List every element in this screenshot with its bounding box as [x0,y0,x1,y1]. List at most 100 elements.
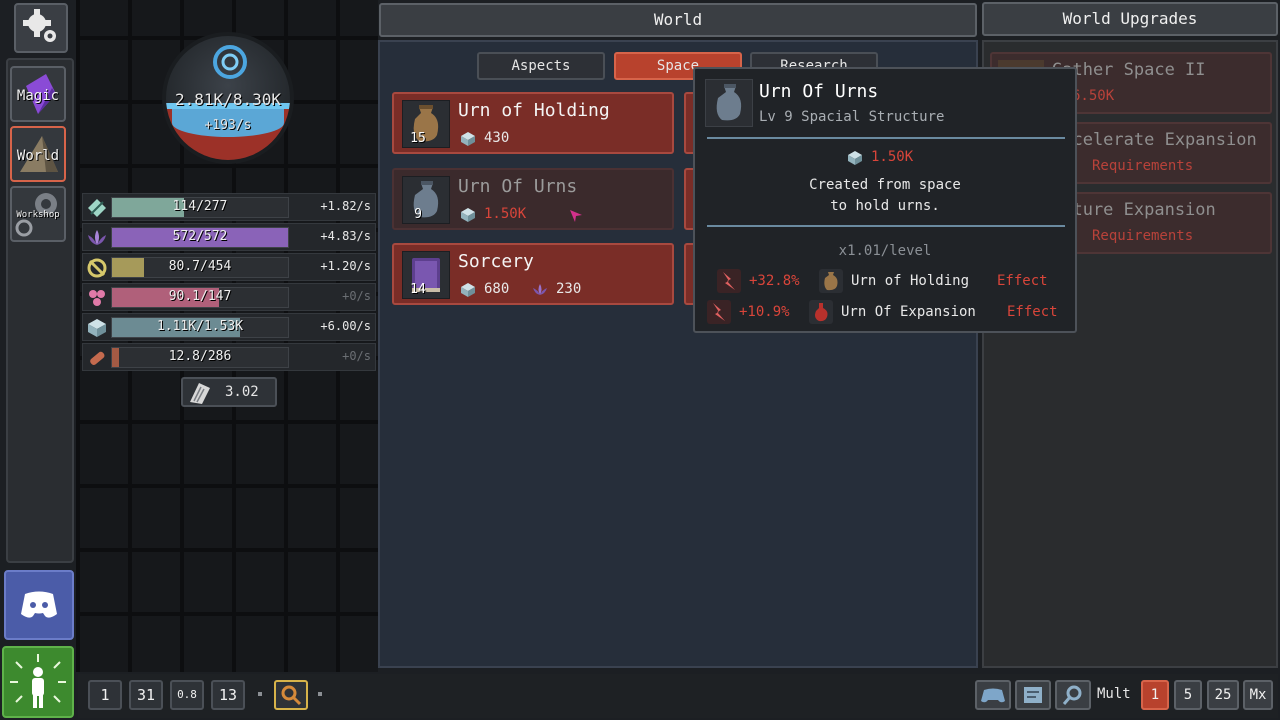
hotbar-slot[interactable]: 13 [211,680,245,710]
tooltip-desc-line1: Created from space [809,177,961,193]
resource-rate: +1.82/s [320,199,371,213]
urn-icon [716,84,742,121]
effect-pct: +10.9% [739,304,790,320]
scroll-counter[interactable]: 3.02 [181,377,277,407]
mult-option-5[interactable]: 5 [1174,680,1202,710]
resource-row[interactable]: 12.8/286 +0/s [82,343,376,371]
resource-value: 572/572 [172,229,228,244]
resource-row[interactable]: 80.7/454 +1.20/s [82,253,376,281]
mult-option-1[interactable]: 1 [1141,680,1169,710]
cube-icon [461,132,475,146]
mult-option-max[interactable]: Mx [1243,680,1273,710]
gear-icon [23,9,56,42]
resource-bar: 114/277 [111,197,289,218]
card-urn-of-urns[interactable]: 9 Urn Of Urns 1.50K [392,168,674,230]
sidebar-item-world[interactable]: World [10,126,66,182]
card-level: 14 [410,282,426,297]
portal-icon [213,45,247,79]
discord-button[interactable] [4,570,74,640]
search-button[interactable] [1055,680,1091,710]
potion-icon [809,300,833,324]
world-header: World [379,3,977,37]
separator-dot [318,692,322,696]
hotbar-slot[interactable]: 0.8 [170,680,204,710]
resource-row[interactable]: 114/277 +1.82/s [82,193,376,221]
effect-target: Urn of Holding [851,273,970,289]
tooltip: Urn Of Urns Lv 9 Spacial Structure 1.50K… [693,67,1077,333]
resource-bar: 12.8/286 [111,347,289,368]
effect-kind: Effect [1007,304,1058,320]
character-button[interactable] [2,646,74,718]
tooltip-title: Urn Of Urns [759,81,879,102]
mana-orb: 2.81K/8.30K +193/s [162,32,294,164]
effect-kind: Effect [997,273,1048,289]
cube-icon [461,208,475,222]
card-level: 9 [414,207,422,222]
hotbar-slot[interactable]: 31 [129,680,163,710]
hotbar-slot[interactable]: 1 [88,680,122,710]
swirl-icon [87,258,107,278]
resource-row[interactable]: 90.1/147 +0/s [82,283,376,311]
sidebar-item-label: Workshop [16,210,60,220]
divider [707,137,1065,139]
discord-icon [21,591,57,618]
resource-bar: 80.7/454 [111,257,289,278]
tooltip-desc-line2: to hold urns. [830,198,940,214]
urn-icon [819,269,843,293]
resource-value: 114/277 [172,199,228,214]
search-icon [1062,685,1082,705]
leaf-icon [88,199,106,217]
tooltip-icon-frame [705,79,753,127]
card-cost-secondary: 230 [556,281,582,297]
separator-dot [258,692,262,696]
bolt-icon [707,300,731,324]
lotus-icon [533,284,547,295]
log-icon [90,351,105,365]
cursor-icon [570,210,582,222]
card-name: Urn of Holding [458,100,610,121]
effect-target: Urn Of Expansion [841,304,976,320]
cube-icon [848,151,862,165]
card-name: Sorcery [458,251,534,272]
mult-label: Mult [1097,686,1131,702]
orb-rate: +193/s [204,118,252,133]
cube-icon [88,319,106,337]
tooltip-scaling: x1.01/level [838,243,932,259]
tooltip-subtitle: Lv 9 Spacial Structure [759,109,945,125]
scroll-icon [190,383,210,404]
resource-bar: 1.11K/1.53K [111,317,289,338]
resource-row[interactable]: 1.11K/1.53K +6.00/s [82,313,376,341]
card-cost: 430 [484,130,510,146]
card-urn-of-holding[interactable]: 15 Urn of Holding 430 [392,92,674,154]
resource-value: 1.11K/1.53K [156,319,244,334]
upgrade-requirements: Requirements [1092,158,1194,174]
tooltip-cost: 1.50K [871,149,914,165]
hotbar-slot-tool[interactable] [274,680,308,710]
resource-rate: +4.83/s [320,229,371,243]
settings-button[interactable] [14,3,68,53]
sidebar-item-workshop[interactable]: Workshop [10,186,66,242]
tab-aspects[interactable]: Aspects [477,52,605,80]
upgrade-cost: 6.50K [1072,88,1115,104]
orb-value: 2.81K/8.30K [175,90,281,109]
sidebar-item-label: World [16,148,60,164]
upgrade-requirements: Requirements [1092,228,1194,244]
heart-icon [89,290,105,306]
mult-option-25[interactable]: 25 [1207,680,1239,710]
bolt-icon [717,269,741,293]
resource-value: 90.1/147 [168,289,232,304]
resource-value: 12.8/286 [168,349,232,364]
person-icon [10,654,66,708]
resource-bar: 572/572 [111,227,289,248]
resource-value: 80.7/454 [168,259,232,274]
sidebar-item-magic[interactable]: Magic [10,66,66,122]
scroll-count: 3.02 [225,384,259,400]
map-icon [1024,687,1042,703]
resource-bar: 90.1/147 [111,287,289,308]
resource-row[interactable]: 572/572 +4.83/s [82,223,376,251]
card-sorcery[interactable]: 14 Sorcery 680 230 [392,243,674,305]
gamepad-button[interactable] [975,680,1011,710]
card-name: Urn Of Urns [458,176,578,197]
card-level: 15 [410,131,426,146]
map-button[interactable] [1015,680,1051,710]
